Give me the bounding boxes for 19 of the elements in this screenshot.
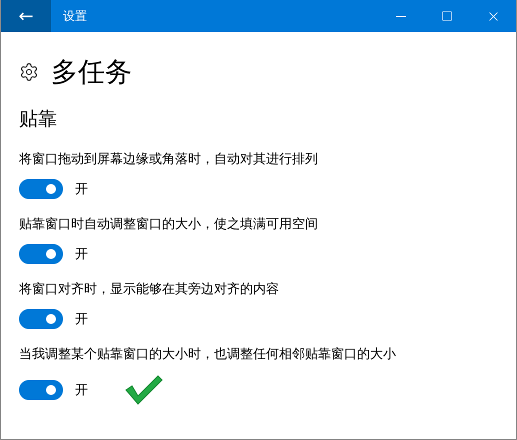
toggle-state: 开 (75, 311, 88, 328)
setting-label: 将窗口拖动到屏幕边缘或角落时，自动对其进行排列 (19, 151, 319, 168)
toggle-switch[interactable] (19, 179, 63, 199)
toggle-switch[interactable] (19, 380, 63, 400)
maximize-icon (441, 10, 453, 22)
setting-label: 贴靠窗口时自动调整窗口的大小，使之填满可用空间 (19, 216, 319, 233)
page-title: 多任务 (51, 56, 132, 90)
toggle-switch[interactable] (19, 309, 63, 329)
setting-label: 将窗口对齐时，显示能够在其旁边对齐的内容 (19, 281, 280, 298)
toggle-state: 开 (75, 246, 88, 263)
toggle-switch[interactable] (19, 244, 63, 264)
back-button[interactable]: ← (1, 0, 51, 32)
window-title: 设置 (63, 8, 88, 24)
setting-label: 当我调整某个贴靠窗口的大小时，也调整任何相邻贴靠窗口的大小 (19, 346, 397, 363)
section-title: 贴靠 (19, 107, 58, 132)
check-mark-icon (124, 374, 164, 406)
toggle-state: 开 (75, 382, 88, 399)
settings-icon (19, 62, 39, 82)
toggle-state: 开 (75, 181, 88, 198)
